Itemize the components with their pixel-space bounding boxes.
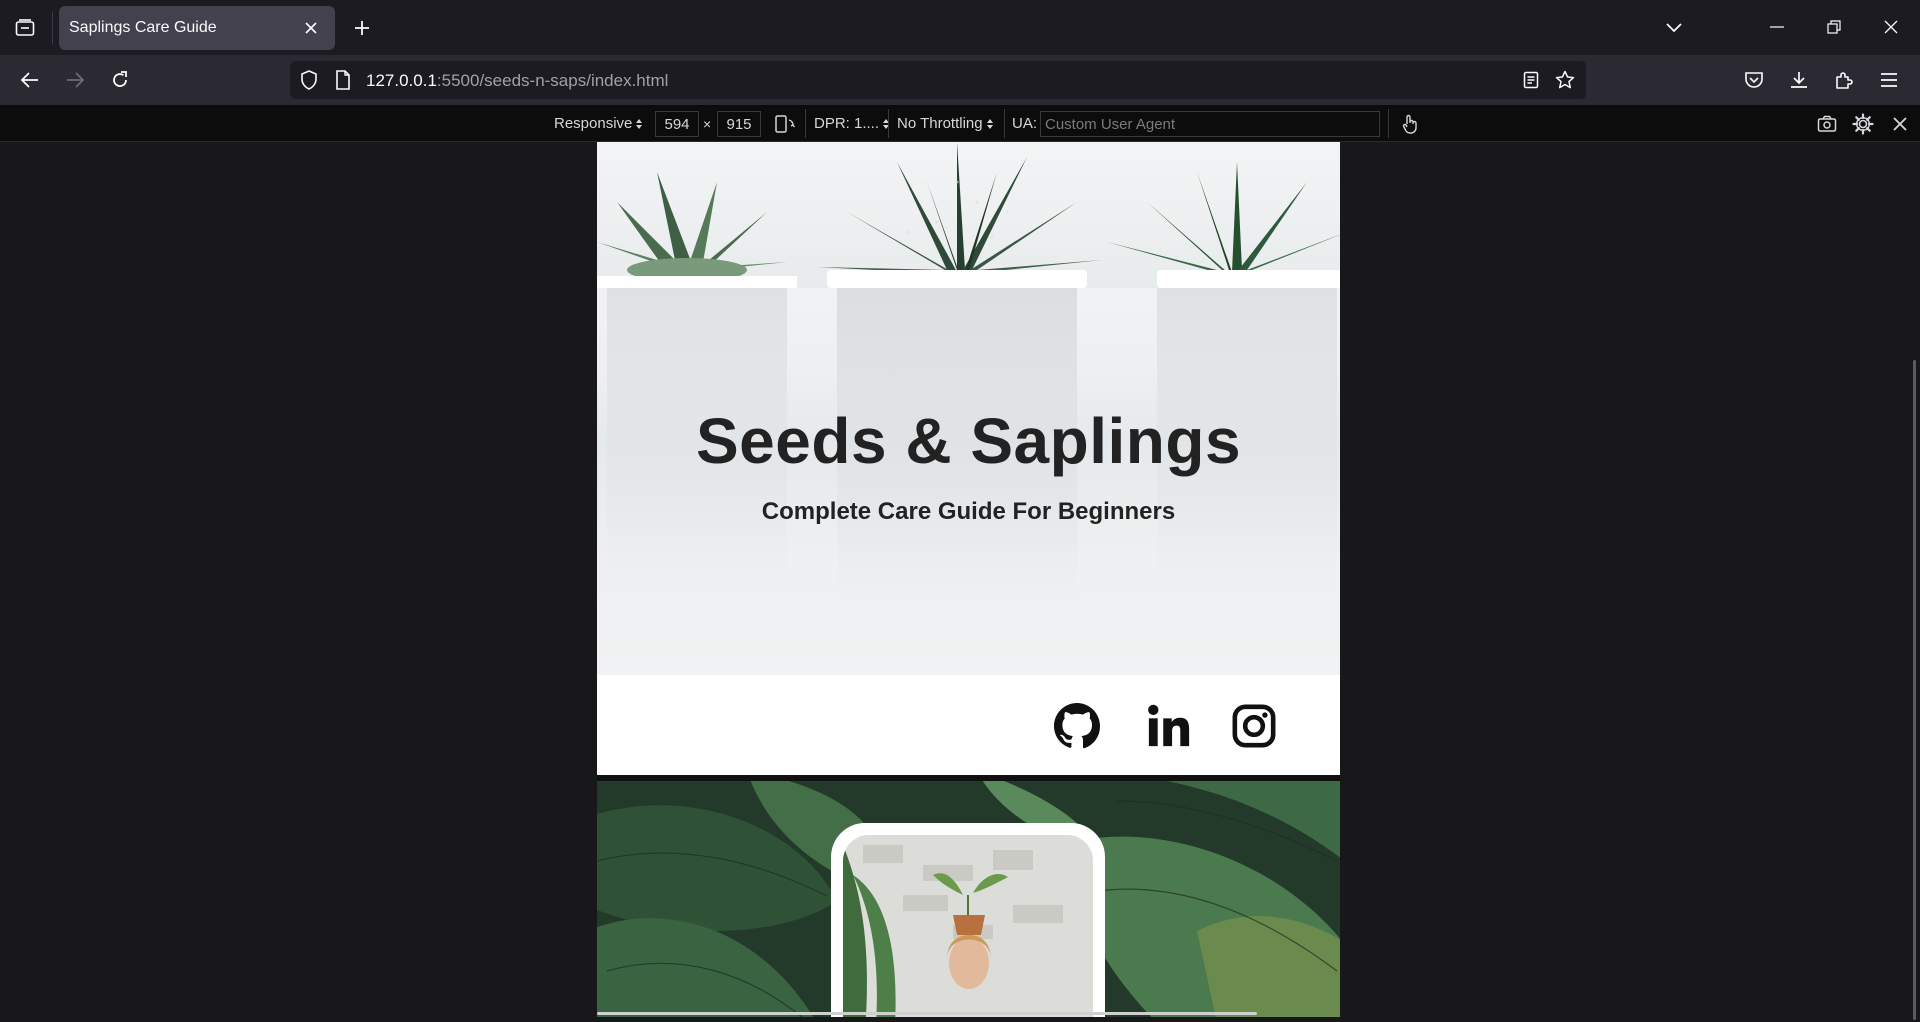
github-icon (1054, 703, 1101, 749)
close-icon (1884, 20, 1898, 34)
reload-button[interactable] (104, 64, 136, 96)
chevron-down-icon (1666, 23, 1682, 33)
gear-icon (1852, 113, 1874, 135)
pocket-button[interactable] (1738, 64, 1770, 96)
close-window-button[interactable] (1866, 8, 1916, 46)
user-agent-input[interactable]: Custom User Agent (1040, 111, 1380, 137)
url-text: 127.0.0.1:5500/seeds-n-saps/index.html (366, 71, 668, 91)
content-area: Seeds & Saplings Complete Care Guide For… (0, 142, 1920, 1022)
device-selector[interactable]: Responsive (554, 105, 643, 142)
page-scrollbar[interactable] (1913, 360, 1916, 1020)
succulent-photo-strip (597, 142, 1340, 288)
toolbar-separator (805, 109, 806, 138)
restore-icon (1827, 20, 1841, 34)
arrow-left-icon (20, 72, 38, 88)
tab-title: Saplings Care Guide (69, 19, 217, 36)
tab-strip: Saplings Care Guide (0, 0, 1920, 55)
throttling-label: No Throttling (897, 115, 983, 132)
reload-icon (113, 71, 127, 87)
tab-close-button[interactable] (299, 16, 323, 40)
linkedin-icon (1148, 704, 1190, 747)
restore-button[interactable] (1809, 8, 1859, 46)
downloads-button[interactable] (1783, 64, 1815, 96)
url-bar[interactable]: 127.0.0.1:5500/seeds-n-saps/index.html (290, 61, 1586, 99)
succulent-plant-center-image (817, 142, 1102, 288)
bookmark-star-icon[interactable] (1554, 69, 1576, 91)
dpr-selector[interactable]: DPR: 1.... (814, 105, 890, 142)
screenshot-button[interactable] (1813, 110, 1841, 138)
camera-icon (1817, 115, 1837, 132)
app-menu-button[interactable] (1873, 64, 1905, 96)
viewport-scrollbar-horizontal[interactable] (597, 1012, 1257, 1015)
leaf-background-section (597, 775, 1340, 1017)
instagram-link[interactable] (1229, 701, 1279, 751)
minimize-icon (1770, 26, 1784, 28)
list-all-tabs-button[interactable] (1658, 12, 1690, 44)
github-link[interactable] (1052, 701, 1102, 751)
hamburger-menu-icon (1881, 73, 1897, 87)
back-button[interactable] (14, 64, 46, 96)
toolbar-separator (888, 109, 889, 138)
settings-button[interactable] (1849, 110, 1877, 138)
viewport-height-input[interactable]: 915 (717, 111, 761, 137)
featured-photo-frame (831, 823, 1105, 1017)
plus-icon (355, 21, 369, 35)
rotate-viewport-button[interactable] (771, 110, 799, 138)
puzzle-icon (1836, 72, 1853, 89)
responsive-viewport[interactable]: Seeds & Saplings Complete Care Guide For… (597, 142, 1340, 1017)
url-host: 127.0.0.1 (366, 71, 437, 90)
throttling-selector[interactable]: No Throttling (897, 105, 994, 142)
toolbar-separator (1388, 109, 1389, 138)
page-title: Seeds & Saplings (695, 405, 1242, 477)
touch-simulation-button[interactable] (1396, 110, 1424, 138)
pocket-icon (1745, 72, 1763, 88)
tab-separator (52, 12, 53, 44)
ua-label: UA: (1012, 115, 1038, 132)
toolbar-separator (1004, 109, 1005, 138)
reader-view-icon[interactable] (1520, 69, 1542, 91)
succulent-plant-right-image (1107, 162, 1340, 288)
rotate-device-icon (775, 115, 796, 133)
responsive-design-toolbar: Responsive 594 × 915 DPR: 1.... No Throt… (0, 105, 1920, 142)
device-selector-label: Responsive (554, 115, 633, 132)
firefox-view-icon (15, 19, 35, 36)
dpr-label: DPR: 1.... (814, 115, 880, 132)
minimize-button[interactable] (1752, 8, 1802, 46)
navigation-toolbar: 127.0.0.1:5500/seeds-n-saps/index.html (0, 55, 1920, 105)
dimension-times: × (703, 115, 712, 132)
page-subtitle: Complete Care Guide For Beginners (761, 498, 1176, 525)
updown-arrows-icon (986, 118, 993, 129)
extensions-button[interactable] (1828, 64, 1860, 96)
page-icon[interactable] (332, 69, 354, 91)
close-icon (305, 22, 317, 34)
instagram-icon (1232, 704, 1276, 748)
hand-pointer-icon (1402, 114, 1417, 134)
succulent-plant-left-image (597, 172, 797, 288)
woman-with-plant-image (843, 835, 1093, 1017)
social-links-bar (597, 675, 1340, 775)
viewport-width-input[interactable]: 594 (655, 111, 699, 137)
arrow-right-icon (67, 72, 85, 88)
forward-button[interactable] (59, 64, 91, 96)
linkedin-link[interactable] (1144, 701, 1194, 751)
new-tab-button[interactable] (346, 12, 378, 44)
updown-arrows-icon (636, 118, 643, 129)
shield-icon[interactable] (298, 69, 320, 91)
firefox-view-button[interactable] (10, 14, 40, 42)
tab-saplings-care-guide[interactable]: Saplings Care Guide (59, 6, 335, 50)
close-rdm-button[interactable] (1886, 110, 1914, 138)
url-path: :5500/seeds-n-saps/index.html (436, 71, 669, 90)
download-icon (1791, 72, 1807, 88)
hero-section: Seeds & Saplings Complete Care Guide For… (597, 142, 1340, 675)
close-icon (1893, 117, 1907, 131)
